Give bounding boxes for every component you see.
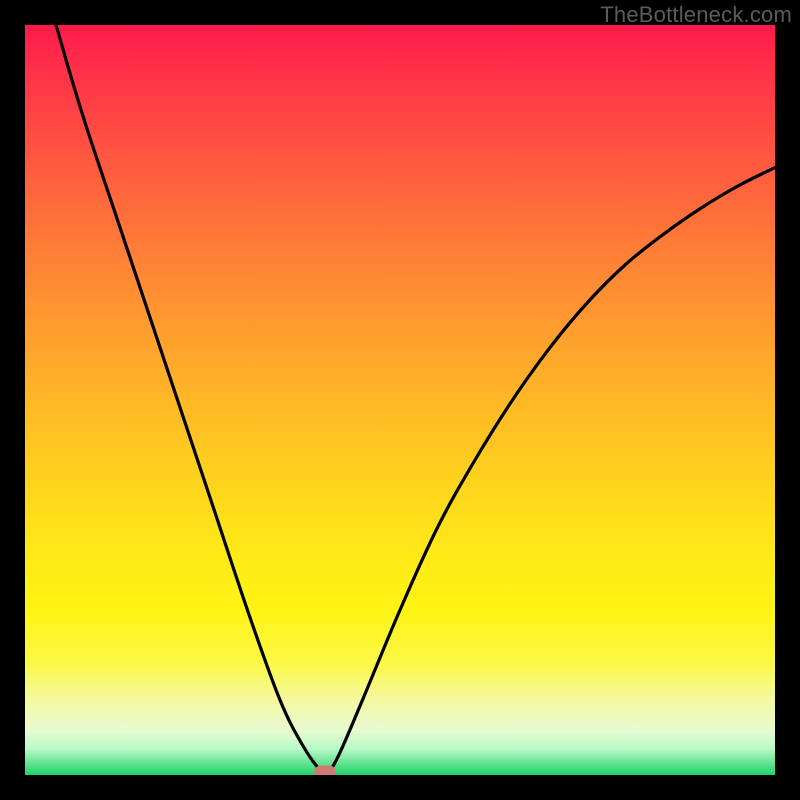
- watermark-text: TheBottleneck.com: [600, 2, 792, 28]
- plot-area: [25, 25, 775, 775]
- bottleneck-curve: [25, 25, 775, 775]
- chart-frame: TheBottleneck.com: [0, 0, 800, 800]
- optimum-marker: [314, 765, 336, 775]
